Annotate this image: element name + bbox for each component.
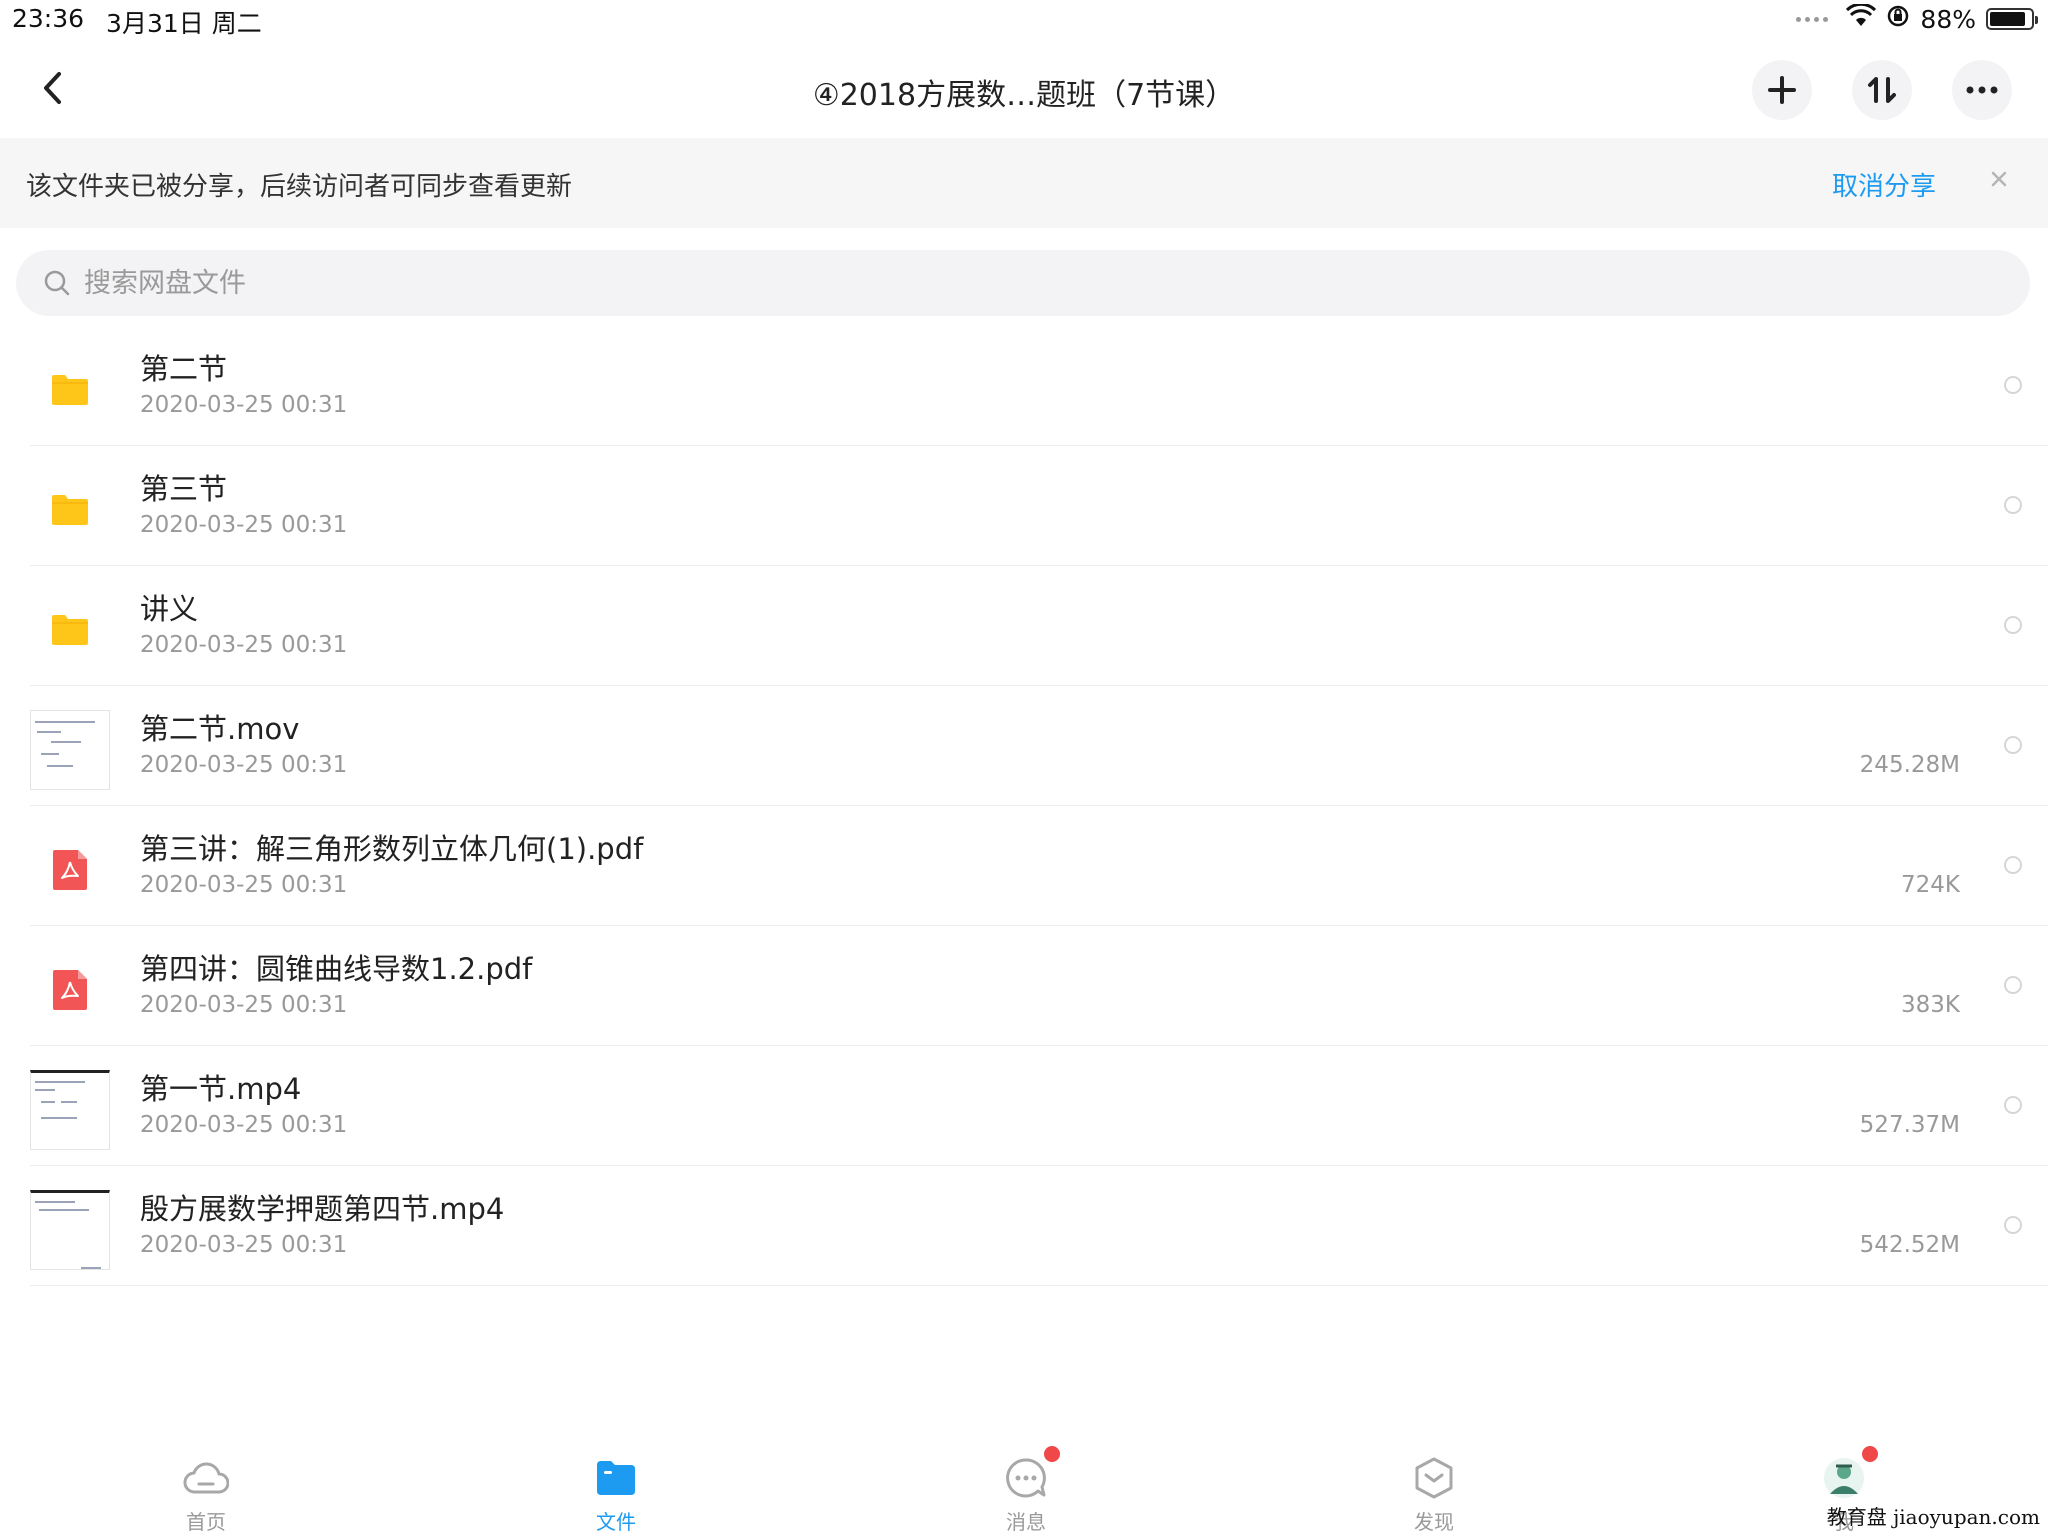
folder-icon [30, 470, 110, 550]
select-checkbox[interactable] [2004, 1216, 2022, 1234]
close-banner-button[interactable] [1984, 164, 2014, 194]
file-row[interactable]: 第三节 2020-03-25 00:31 [0, 446, 2048, 566]
add-button[interactable] [1752, 60, 1812, 120]
video-thumbnail-icon [30, 1070, 110, 1150]
select-checkbox[interactable] [2004, 736, 2022, 754]
tab-label: 消息 [1006, 1510, 1046, 1534]
file-size: 724K [1901, 872, 1960, 898]
file-size: 245.28M [1859, 752, 1960, 778]
file-row[interactable]: 第四讲：圆锥曲线导数1.2.pdf 2020-03-25 00:31 383K [0, 926, 2048, 1046]
file-row[interactable]: 第二节.mov 2020-03-25 00:31 245.28M [0, 686, 2048, 806]
select-checkbox[interactable] [2004, 616, 2022, 634]
notification-badge [1862, 1446, 1878, 1462]
status-time: 23:36 [12, 4, 85, 33]
nav-actions [1752, 60, 2012, 120]
tab-bar: 首页 文件 消息 发现 我 [0, 1440, 2048, 1536]
file-size: 527.37M [1859, 1112, 1960, 1138]
file-name: 第三讲：解三角形数列立体几何(1).pdf [140, 832, 644, 866]
search-box [16, 250, 2030, 316]
file-name: 第一节.mp4 [140, 1072, 302, 1106]
tab-files[interactable]: 文件 [556, 1440, 676, 1536]
file-name: 殷方展数学押题第四节.mp4 [140, 1192, 505, 1226]
file-row[interactable]: 第三讲：解三角形数列立体几何(1).pdf 2020-03-25 00:31 7… [0, 806, 2048, 926]
file-size: 383K [1901, 992, 1960, 1018]
tab-label: 首页 [186, 1510, 226, 1534]
discover-icon [1410, 1454, 1458, 1502]
select-checkbox[interactable] [2004, 856, 2022, 874]
select-checkbox[interactable] [2004, 1096, 2022, 1114]
tab-label: 文件 [596, 1510, 636, 1534]
sort-icon [1868, 77, 1896, 103]
file-name: 第二节.mov [140, 712, 300, 746]
wifi-icon [1846, 2, 1877, 34]
file-row[interactable]: 殷方展数学押题第四节.mp4 2020-03-25 00:31 542.52M [0, 1166, 2048, 1286]
battery-icon [1986, 8, 2038, 30]
search-icon [44, 270, 70, 296]
more-icon [1966, 86, 1998, 94]
file-row[interactable]: 第一节.mp4 2020-03-25 00:31 527.37M [0, 1046, 2048, 1166]
file-name: 第二节 [140, 352, 228, 386]
file-date: 2020-03-25 00:31 [140, 752, 348, 778]
file-row[interactable]: 第二节 2020-03-25 00:31 [0, 326, 2048, 446]
select-checkbox[interactable] [2004, 496, 2022, 514]
tab-messages[interactable]: 消息 [966, 1440, 1086, 1536]
folder-icon [592, 1454, 640, 1502]
file-name: 第三节 [140, 472, 228, 506]
file-date: 2020-03-25 00:31 [140, 512, 348, 538]
file-list: 第二节 2020-03-25 00:31 第三节 2020-03-25 00:3… [0, 326, 2048, 1286]
status-bar: 23:36 3月31日 周二 88% [0, 0, 2048, 42]
folder-icon [30, 350, 110, 430]
battery-percent: 88% [1920, 4, 1976, 34]
file-date: 2020-03-25 00:31 [140, 1112, 348, 1138]
pdf-icon [30, 950, 110, 1030]
file-date: 2020-03-25 00:31 [140, 632, 348, 658]
select-checkbox[interactable] [2004, 976, 2022, 994]
status-left: 23:36 3月31日 周二 [12, 4, 262, 40]
file-name: 讲义 [140, 592, 199, 626]
chat-icon [1002, 1446, 1060, 1502]
cellular-signal-icon [1796, 16, 1829, 22]
file-size: 542.52M [1859, 1232, 1960, 1258]
plus-icon [1768, 76, 1796, 104]
sort-button[interactable] [1852, 60, 1912, 120]
file-name: 第四讲：圆锥曲线导数1.2.pdf [140, 952, 533, 986]
cancel-share-button[interactable]: 取消分享 [1832, 166, 1936, 203]
close-icon [1991, 171, 2007, 187]
pdf-icon [30, 830, 110, 910]
share-banner: 该文件夹已被分享，后续访问者可同步查看更新 取消分享 [0, 138, 2048, 228]
tab-label: 发现 [1414, 1510, 1454, 1534]
watermark: 教育盘 jiaoyupan.com [1826, 1505, 2040, 1529]
tab-discover[interactable]: 发现 [1374, 1440, 1494, 1536]
file-date: 2020-03-25 00:31 [140, 872, 348, 898]
video-thumbnail-icon [30, 710, 110, 790]
file-date: 2020-03-25 00:31 [140, 992, 348, 1018]
video-thumbnail-icon [30, 1190, 110, 1270]
notification-badge [1044, 1446, 1060, 1462]
search-input[interactable] [84, 250, 1884, 316]
nav-bar: ④2018方展数…题班（7节课） [0, 42, 2048, 138]
cloud-icon [182, 1454, 230, 1502]
file-date: 2020-03-25 00:31 [140, 1232, 348, 1258]
more-button[interactable] [1952, 60, 2012, 120]
file-row[interactable]: 讲义 2020-03-25 00:31 [0, 566, 2048, 686]
avatar-icon [1820, 1446, 1878, 1502]
folder-icon [30, 590, 110, 670]
share-message: 该文件夹已被分享，后续访问者可同步查看更新 [26, 172, 573, 202]
status-right: 88% [1796, 2, 2038, 34]
battery-level [1990, 12, 2026, 26]
file-date: 2020-03-25 00:31 [140, 392, 348, 418]
select-checkbox[interactable] [2004, 376, 2022, 394]
status-date: 3月31日 周二 [106, 9, 262, 38]
orientation-lock-icon [1886, 4, 1910, 34]
tab-home[interactable]: 首页 [146, 1440, 266, 1536]
page-title: ④2018方展数…题班（7节课） [812, 78, 1236, 113]
